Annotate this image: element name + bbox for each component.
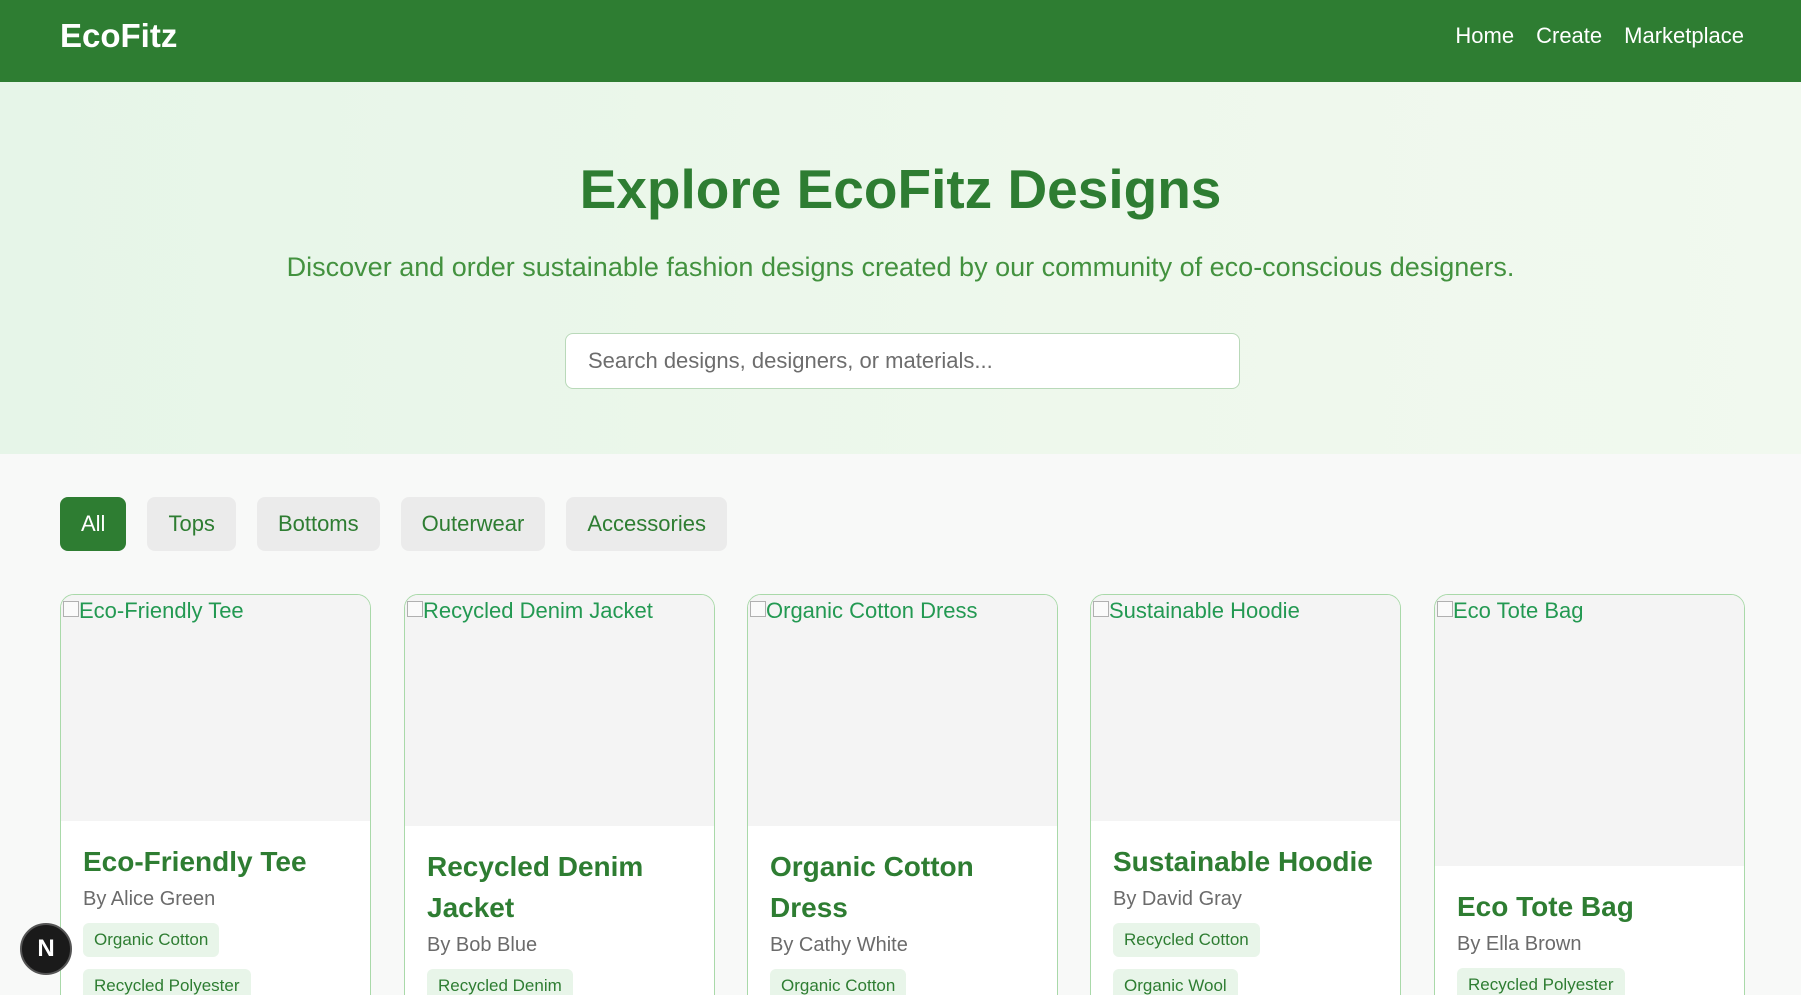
broken-image-icon: [407, 601, 423, 617]
nav-link-create[interactable]: Create: [1536, 22, 1602, 50]
designer-name: By Cathy White: [770, 934, 908, 956]
broken-image-icon: [63, 601, 79, 617]
broken-image-alt: Eco-Friendly Tee: [63, 597, 244, 625]
designer-name: By Ella Brown: [1457, 933, 1582, 955]
material-tags: Recycled Denim: [427, 969, 696, 995]
nav-link-home[interactable]: Home: [1455, 22, 1514, 50]
card-body: Sustainable Hoodie By David Gray Recycle…: [1113, 841, 1382, 995]
design-title[interactable]: Organic Cotton Dress: [770, 846, 1039, 928]
top-navbar: EcoFitz Home Create Marketplace: [0, 0, 1801, 82]
material-tag: Recycled Polyester: [1457, 968, 1625, 995]
material-tags: Recycled Polyester: [1457, 968, 1726, 995]
broken-image-icon: [1437, 601, 1453, 617]
broken-image-icon: [1093, 601, 1109, 617]
broken-image-alt: Recycled Denim Jacket: [407, 597, 653, 625]
filter-all[interactable]: All: [60, 497, 127, 551]
filter-tops[interactable]: Tops: [147, 497, 236, 551]
design-card[interactable]: Eco Tote Bag Eco Tote Bag By Ella Brown …: [1434, 594, 1745, 995]
card-body: Recycled Denim Jacket By Bob Blue Recycl…: [427, 846, 696, 995]
design-image: Eco-Friendly Tee: [61, 595, 370, 821]
designer-name: By Alice Green: [83, 888, 216, 910]
designer-name: By David Gray: [1113, 888, 1242, 910]
material-tag: Organic Cotton: [770, 969, 907, 995]
page-subtitle: Discover and order sustainable fashion d…: [286, 252, 1515, 282]
broken-image-alt: Sustainable Hoodie: [1093, 597, 1300, 625]
card-body: Eco-Friendly Tee By Alice Green Organic …: [83, 841, 352, 995]
design-card[interactable]: Organic Cotton Dress Organic Cotton Dres…: [747, 594, 1058, 995]
design-card[interactable]: Eco-Friendly Tee Eco-Friendly Tee By Ali…: [60, 594, 371, 995]
material-tag: Recycled Polyester: [83, 969, 251, 995]
material-tags: Organic Cotton Recycled Polyester: [83, 923, 352, 995]
hero-section: Explore EcoFitz Designs Discover and ord…: [0, 82, 1801, 454]
design-title[interactable]: Sustainable Hoodie: [1113, 841, 1382, 882]
material-tag: Recycled Cotton: [1113, 923, 1260, 957]
design-title[interactable]: Eco Tote Bag: [1457, 886, 1726, 927]
card-body: Organic Cotton Dress By Cathy White Orga…: [770, 846, 1039, 995]
material-tag: Recycled Denim: [427, 969, 573, 995]
design-card[interactable]: Recycled Denim Jacket Recycled Denim Jac…: [404, 594, 715, 995]
filter-accessories[interactable]: Accessories: [566, 497, 727, 551]
design-title[interactable]: Recycled Denim Jacket: [427, 846, 696, 928]
designer-name: By Bob Blue: [427, 934, 538, 956]
page-title: Explore EcoFitz Designs: [579, 158, 1222, 220]
material-tags: Organic Cotton: [770, 969, 1039, 995]
material-tag: Organic Wool: [1113, 969, 1238, 995]
brand-logo[interactable]: EcoFitz: [60, 17, 177, 55]
material-tag: Organic Cotton: [83, 923, 220, 957]
design-title[interactable]: Eco-Friendly Tee: [83, 841, 352, 882]
design-image: Eco Tote Bag: [1435, 595, 1744, 866]
dev-tools-badge[interactable]: N: [20, 923, 72, 975]
design-image: Organic Cotton Dress: [748, 595, 1057, 826]
design-card[interactable]: Sustainable Hoodie Sustainable Hoodie By…: [1090, 594, 1401, 995]
broken-image-alt: Eco Tote Bag: [1437, 597, 1583, 625]
category-filters: All Tops Bottoms Outerwear Accessories: [60, 497, 727, 551]
material-tags: Recycled Cotton Organic Wool: [1113, 923, 1382, 995]
nav-link-marketplace[interactable]: Marketplace: [1624, 22, 1744, 50]
search-input[interactable]: [565, 333, 1240, 389]
filter-outerwear[interactable]: Outerwear: [400, 497, 546, 551]
card-body: Eco Tote Bag By Ella Brown Recycled Poly…: [1457, 886, 1726, 995]
broken-image-icon: [750, 601, 766, 617]
broken-image-alt: Organic Cotton Dress: [750, 597, 978, 625]
design-image: Sustainable Hoodie: [1091, 595, 1400, 821]
design-image: Recycled Denim Jacket: [405, 595, 714, 826]
filter-bottoms[interactable]: Bottoms: [256, 497, 380, 551]
nav-links: Home Create Marketplace: [1455, 22, 1744, 50]
